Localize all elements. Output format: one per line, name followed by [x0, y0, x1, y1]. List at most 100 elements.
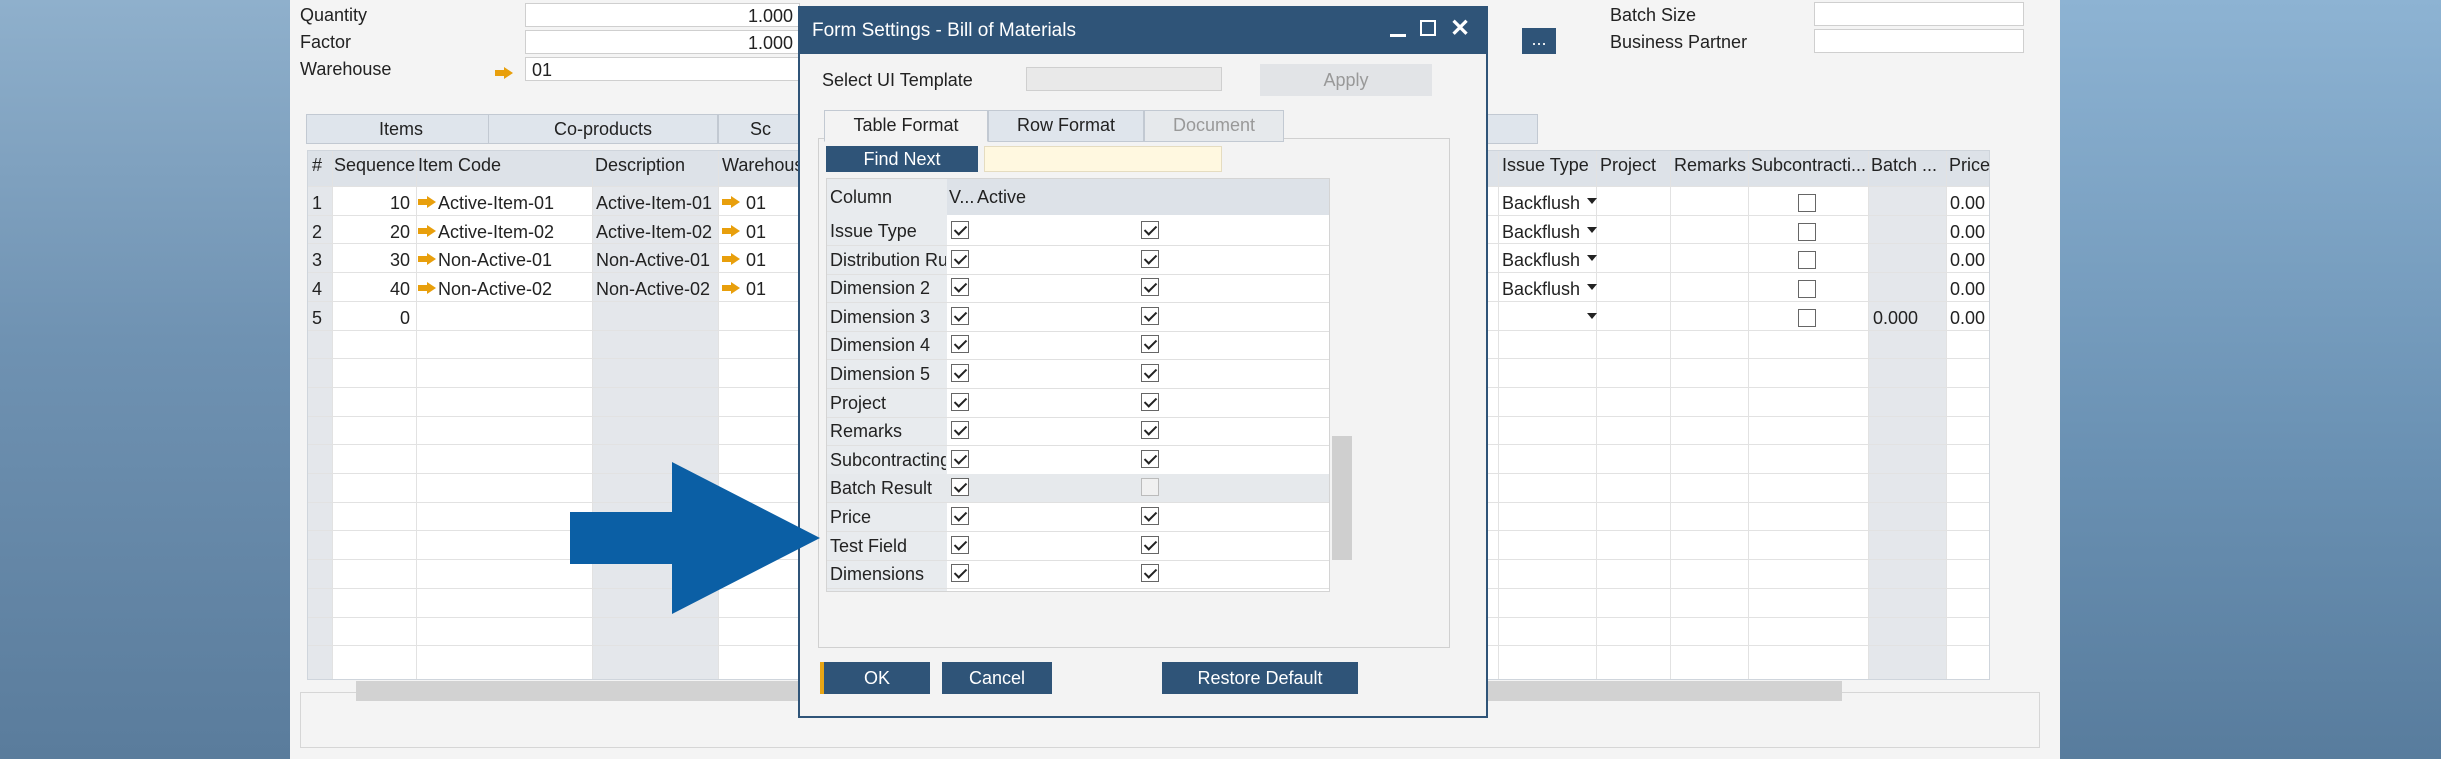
row-number-cell[interactable]: 2 [312, 222, 322, 243]
subcontracting-checkbox[interactable] [1798, 222, 1816, 241]
active-checkbox[interactable] [1141, 478, 1159, 497]
active-checkbox[interactable] [1141, 392, 1159, 411]
row-number-cell[interactable]: 5 [312, 308, 322, 329]
col-header-warehouse[interactable]: Warehous [722, 155, 802, 176]
column-setting-row[interactable]: Distribution Rul [827, 246, 1329, 275]
visible-checkbox[interactable] [951, 421, 969, 440]
active-checkbox[interactable] [1141, 535, 1159, 554]
active-checkbox[interactable] [1141, 278, 1159, 297]
col-header-subcontracting[interactable]: Subcontracti... [1751, 155, 1866, 176]
batch-size-field[interactable] [1814, 2, 2024, 26]
price-cell[interactable]: 0.00 [1950, 279, 1985, 300]
issue-type-cell[interactable]: Backflush [1502, 222, 1580, 243]
close-icon[interactable]: ✕ [1450, 14, 1470, 43]
column-setting-row[interactable]: Remarks [827, 417, 1329, 447]
tab-items[interactable]: Items [306, 114, 496, 144]
active-checkbox[interactable] [1141, 421, 1159, 440]
item-code-cell[interactable]: Non-Active-02 [438, 279, 552, 300]
active-checkbox[interactable] [1141, 335, 1159, 354]
price-cell[interactable]: 0.00 [1950, 193, 1985, 214]
sequence-cell[interactable]: 0 [338, 308, 410, 329]
col-header-description[interactable]: Description [595, 155, 685, 176]
visible-checkbox[interactable] [951, 249, 969, 268]
price-cell[interactable]: 0.00 [1950, 250, 1985, 271]
restore-default-button[interactable]: Restore Default [1162, 662, 1358, 694]
warehouse-cell[interactable]: 01 [746, 193, 766, 214]
active-checkbox[interactable] [1141, 221, 1159, 239]
active-checkbox[interactable] [1141, 249, 1159, 268]
column-setting-row[interactable]: Dimensions [827, 560, 1329, 590]
tab-row-format[interactable]: Row Format [988, 110, 1144, 142]
price-cell[interactable]: 0.00 [1950, 222, 1985, 243]
col-header-remarks[interactable]: Remarks [1674, 155, 1746, 176]
warehouse-cell[interactable]: 01 [746, 250, 766, 271]
item-code-cell[interactable]: Active-Item-01 [438, 193, 554, 214]
active-checkbox[interactable] [1141, 449, 1159, 468]
batch-cell[interactable]: 0.000 [1873, 308, 1918, 329]
visible-checkbox[interactable] [951, 335, 969, 354]
subcontracting-checkbox[interactable] [1798, 194, 1816, 212]
visible-checkbox[interactable] [951, 564, 969, 583]
business-partner-field[interactable] [1814, 29, 2024, 53]
column-setting-row[interactable]: Dimension 2 [827, 274, 1329, 304]
link-arrow-icon[interactable] [418, 253, 436, 266]
issue-type-cell[interactable]: Backflush [1502, 193, 1580, 214]
description-cell[interactable]: Active-Item-02 [596, 222, 716, 243]
column-setting-row[interactable]: Dimension 5 [827, 360, 1329, 389]
factor-field[interactable]: 1.000 [525, 30, 800, 54]
row-number-cell[interactable]: 1 [312, 193, 322, 214]
col-header-item-code[interactable]: Item Code [418, 155, 501, 176]
subcontracting-checkbox[interactable] [1798, 280, 1816, 299]
visible-checkbox[interactable] [951, 278, 969, 297]
warehouse-field[interactable]: 01 [525, 57, 800, 81]
col-header-batch[interactable]: Batch ... [1871, 155, 1943, 176]
link-arrow-icon[interactable] [722, 253, 740, 266]
table-scrollbar[interactable] [1332, 436, 1352, 560]
ok-button[interactable]: OK [820, 662, 930, 694]
subcontracting-checkbox[interactable] [1798, 308, 1816, 327]
col-header-price[interactable]: Price [1949, 155, 1990, 176]
chevron-down-icon[interactable] [1587, 312, 1597, 319]
link-arrow-icon[interactable] [722, 196, 740, 208]
column-setting-row[interactable]: Dimension 4 [827, 331, 1329, 361]
minimize-icon[interactable] [1390, 34, 1406, 37]
column-setting-row[interactable]: Subcontracting [827, 446, 1329, 475]
maximize-icon[interactable] [1420, 20, 1436, 36]
col-header-sequence[interactable]: Sequence [334, 155, 415, 176]
tab-co-products[interactable]: Co-products [488, 114, 718, 144]
row-number-cell[interactable]: 3 [312, 250, 322, 271]
link-arrow-icon[interactable] [722, 224, 740, 237]
link-arrow-icon[interactable] [418, 224, 436, 237]
col-header-issue-type[interactable]: Issue Type [1502, 155, 1589, 176]
column-setting-row[interactable]: Price [827, 503, 1329, 532]
tab-table-format[interactable]: Table Format [824, 110, 988, 142]
column-setting-row[interactable]: Issue Type [827, 217, 1329, 246]
issue-type-cell[interactable]: Backflush [1502, 250, 1580, 271]
link-arrow-icon[interactable] [418, 282, 436, 295]
visible-checkbox[interactable] [951, 364, 969, 382]
column-setting-row[interactable]: Test Field [827, 532, 1329, 561]
chevron-down-icon[interactable] [1587, 284, 1597, 291]
find-next-button[interactable]: Find Next [826, 146, 978, 172]
price-cell[interactable]: 0.00 [1950, 308, 1985, 329]
ui-template-select[interactable] [1026, 67, 1222, 91]
quantity-field[interactable]: 1.000 [525, 3, 800, 27]
col-header-project[interactable]: Project [1600, 155, 1656, 176]
chevron-down-icon[interactable] [1587, 226, 1597, 233]
active-checkbox[interactable] [1141, 564, 1159, 583]
description-cell[interactable]: Non-Active-02 [596, 279, 716, 300]
chevron-down-icon[interactable] [1587, 255, 1597, 262]
description-cell[interactable]: Active-Item-01 [596, 193, 716, 214]
find-input[interactable] [984, 146, 1222, 172]
link-arrow-icon[interactable] [495, 67, 513, 79]
chevron-down-icon[interactable] [1587, 198, 1597, 204]
issue-type-cell[interactable]: Backflush [1502, 279, 1580, 300]
sequence-cell[interactable]: 40 [338, 279, 410, 300]
column-setting-row[interactable]: Dimension 3 [827, 303, 1329, 332]
active-checkbox[interactable] [1141, 507, 1159, 525]
visible-checkbox[interactable] [951, 392, 969, 411]
column-setting-row[interactable]: Project [827, 389, 1329, 418]
visible-checkbox[interactable] [951, 507, 969, 525]
active-checkbox[interactable] [1141, 306, 1159, 325]
row-number-cell[interactable]: 4 [312, 279, 322, 300]
